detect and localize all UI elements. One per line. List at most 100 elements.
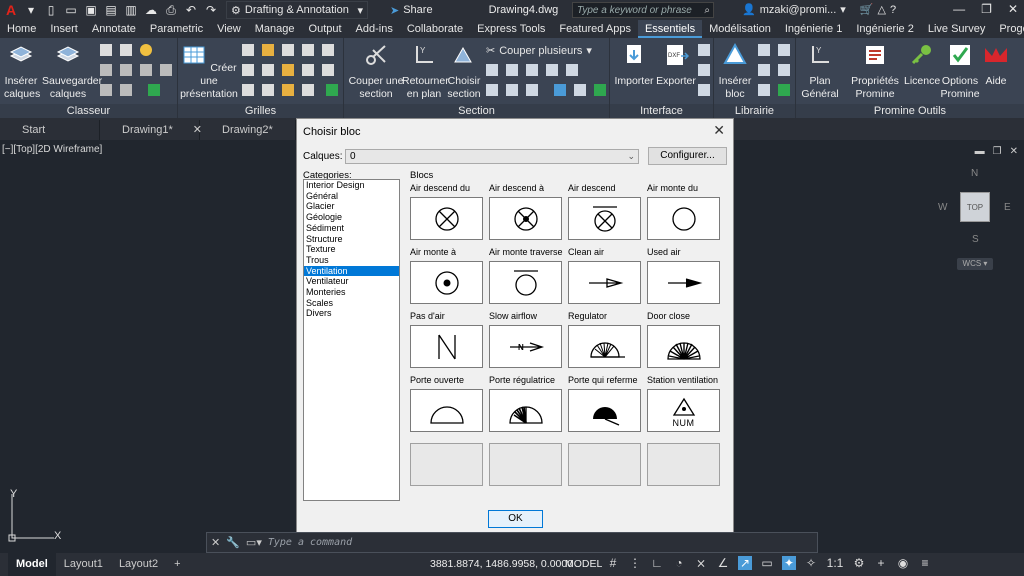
user-account[interactable]: 👤 mzaki@promi... ▾ 🛒 △ ? <box>742 3 896 17</box>
configurer-button[interactable]: Configurer... <box>648 147 727 165</box>
cloud-icon[interactable]: ☁ <box>144 3 158 17</box>
category-item[interactable]: Scales <box>304 298 399 309</box>
app-logo-icon[interactable]: A <box>4 2 18 18</box>
interface-tool-icon[interactable] <box>698 64 710 76</box>
save-as-icon[interactable]: ▤ <box>104 3 118 17</box>
bloc-item[interactable]: Used air <box>647 246 720 304</box>
exporter-button[interactable]: DXF Exporter <box>656 42 696 88</box>
importer-button[interactable]: Importer <box>612 42 656 88</box>
lineweight-icon[interactable]: ▭ <box>760 556 774 570</box>
save-icon[interactable] <box>100 44 112 56</box>
category-item[interactable]: Ventilation <box>304 265 399 277</box>
bloc-preview[interactable] <box>568 325 641 368</box>
category-item[interactable]: Géologie <box>304 212 399 223</box>
wrench-icon[interactable]: 🔧 <box>226 536 240 549</box>
category-item[interactable]: Trous <box>304 255 399 266</box>
grid-tool-icon[interactable] <box>302 64 314 76</box>
viewport-controls[interactable]: [−][Top][2D Wireframe] <box>2 144 102 155</box>
tab-start[interactable]: Start <box>0 120 100 140</box>
file-icon[interactable] <box>120 44 132 56</box>
command-input[interactable]: Type a command <box>268 537 352 548</box>
library-tool-icon[interactable] <box>778 44 790 56</box>
bloc-preview[interactable] <box>568 261 641 304</box>
grid-tool-icon[interactable] <box>262 64 274 76</box>
bloc-item[interactable]: Door close <box>647 310 720 368</box>
section-tool-icon[interactable] <box>574 84 586 96</box>
bloc-item[interactable]: Air descend du <box>410 182 483 240</box>
aide-button[interactable]: Aide <box>982 42 1010 88</box>
model-space-toggle[interactable]: MODEL <box>565 558 602 570</box>
category-item[interactable]: Monteries <box>304 287 399 298</box>
grid-tool-icon[interactable] <box>242 44 254 56</box>
search-box[interactable]: Type a keyword or phrase ⌕ <box>572 2 714 18</box>
print-icon[interactable]: ⎙ <box>164 3 178 17</box>
ortho-icon[interactable]: ∟ <box>650 556 664 570</box>
plan-general-button[interactable]: Y Plan Général <box>800 42 840 101</box>
tab-ing-nierie-1[interactable]: Ingénierie 1 <box>778 20 850 38</box>
close-icon[interactable]: ✕ <box>211 536 220 549</box>
bloc-item[interactable]: Porte régulatrice <box>489 374 562 432</box>
tab-insert[interactable]: Insert <box>43 20 85 38</box>
tab-layout2[interactable]: Layout2 <box>111 553 166 576</box>
library-tool-icon[interactable] <box>778 64 790 76</box>
library-tool-icon[interactable] <box>758 64 770 76</box>
grid-tool-icon[interactable] <box>242 64 254 76</box>
minimize-icon[interactable]: — <box>953 2 965 16</box>
close-icon[interactable]: ✕ <box>713 122 725 139</box>
bloc-item[interactable]: Porte ouverte <box>410 374 483 432</box>
bloc-item[interactable]: Slow airflow N <box>489 310 562 368</box>
category-item[interactable]: Glacier <box>304 201 399 212</box>
menu-arrow-icon[interactable]: ▾ <box>24 3 38 17</box>
grid-icon[interactable]: # <box>606 556 620 570</box>
bloc-preview[interactable] <box>410 197 483 240</box>
grid-tool-icon[interactable] <box>282 84 294 96</box>
tab-express-tools[interactable]: Express Tools <box>470 20 552 38</box>
retourner-plan-button[interactable]: Y Retourner en plan <box>402 42 449 101</box>
category-item[interactable]: Texture <box>304 244 399 255</box>
layer-tool-icon[interactable] <box>160 64 172 76</box>
check-icon[interactable] <box>148 84 160 96</box>
calques-select[interactable]: 0 ⌄ <box>345 149 639 164</box>
bloc-item[interactable]: Air monte à <box>410 246 483 304</box>
bloc-preview[interactable] <box>489 261 562 304</box>
tab-essentiels[interactable]: Essentiels <box>637 20 703 38</box>
bloc-item[interactable]: Air monte du <box>647 182 720 240</box>
options-promine-button[interactable]: Options Promine <box>940 42 980 101</box>
bloc-preview[interactable] <box>489 389 562 432</box>
cart-icon[interactable]: 🛒 <box>860 3 874 16</box>
add-layout-icon[interactable]: + <box>166 553 188 576</box>
tab-model[interactable]: Model <box>8 553 56 576</box>
bloc-preview[interactable] <box>489 197 562 240</box>
tab-output[interactable]: Output <box>302 20 349 38</box>
triangle-icon[interactable]: △ <box>878 3 886 16</box>
section-tool-icon[interactable] <box>486 84 498 96</box>
open-folder-icon[interactable]: ▭ <box>64 3 78 17</box>
refresh-icon[interactable] <box>322 64 334 76</box>
category-item[interactable]: Structure <box>304 234 399 245</box>
inserer-calques-button[interactable]: Insérer calques <box>4 42 40 101</box>
bloc-preview[interactable] <box>568 197 641 240</box>
tab-drawing1[interactable]: Drawing1* ✕ <box>100 120 202 140</box>
bloc-item[interactable]: Air monte traverse <box>489 246 563 304</box>
restore-icon[interactable]: ❐ <box>993 146 1002 157</box>
grid-tool-icon[interactable] <box>242 84 254 96</box>
layer-tool-icon[interactable] <box>120 84 132 96</box>
category-item[interactable]: Général <box>304 191 399 202</box>
customize-icon[interactable]: ≡ <box>918 556 932 570</box>
new-file-icon[interactable]: ▯ <box>44 3 58 17</box>
layer-tool-icon[interactable] <box>140 64 152 76</box>
section-tool-icon[interactable] <box>566 64 578 76</box>
plus-icon[interactable]: + <box>874 556 888 570</box>
choisir-section-button[interactable]: Choisir section <box>446 42 482 101</box>
undo-icon[interactable]: ↶ <box>184 3 198 17</box>
grid-tool-icon[interactable] <box>322 44 334 56</box>
viewcube[interactable]: N W E S TOP WCS ▾ <box>930 164 1020 274</box>
share-button[interactable]: ➤ Share <box>390 4 433 17</box>
section-tool-icon[interactable] <box>506 84 518 96</box>
bloc-preview[interactable]: N <box>489 325 562 368</box>
scale-label[interactable]: 1:1 <box>826 556 844 570</box>
bloc-preview[interactable] <box>647 325 720 368</box>
section-tool-icon[interactable] <box>506 64 518 76</box>
viewcube-top-face[interactable]: TOP <box>960 192 990 222</box>
grid-tool-icon[interactable] <box>262 84 274 96</box>
